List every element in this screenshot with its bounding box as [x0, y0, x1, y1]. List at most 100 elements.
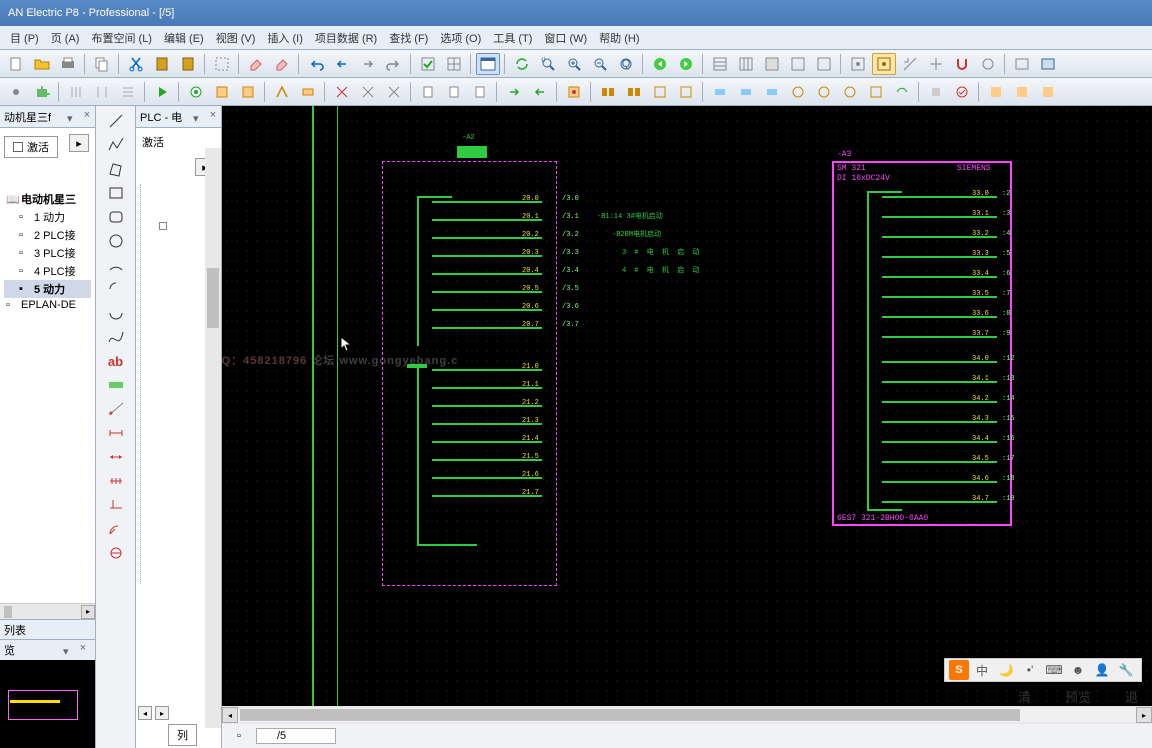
tb2-x3-icon[interactable]: [382, 81, 406, 103]
tree-item-5[interactable]: ▪5 动力: [4, 280, 91, 298]
close-icon[interactable]: ×: [79, 109, 95, 125]
plc-tree-area[interactable]: [140, 184, 200, 584]
tb-copy-icon[interactable]: [90, 53, 114, 75]
tb2-d1-icon[interactable]: [708, 81, 732, 103]
tree-item-4[interactable]: ▫4 PLC接: [4, 262, 91, 280]
tb-snap4-icon[interactable]: [924, 53, 948, 75]
menu-insert[interactable]: 插入 (I): [261, 28, 308, 48]
menu-edit[interactable]: 编辑 (E): [158, 28, 210, 48]
footer-preview-button[interactable]: 预览: [1055, 683, 1101, 710]
tb-check-icon[interactable]: [416, 53, 440, 75]
tb2-g2-icon[interactable]: [210, 81, 234, 103]
menu-tools[interactable]: 工具 (T): [487, 28, 538, 48]
tb-open-icon[interactable]: [30, 53, 54, 75]
footer-exit-button[interactable]: 退: [1115, 683, 1148, 710]
tree-item-2[interactable]: ▫2 PLC接: [4, 226, 91, 244]
tb-undo2-icon[interactable]: [330, 53, 354, 75]
dim4-icon[interactable]: [102, 470, 130, 492]
pin-icon[interactable]: ▾: [67, 112, 77, 122]
circle-icon[interactable]: [102, 230, 130, 252]
dim1-icon[interactable]: [102, 398, 130, 420]
tb-end1-icon[interactable]: [1010, 53, 1034, 75]
tb2-a1-icon[interactable]: [64, 81, 88, 103]
tree-header[interactable]: 📖 电动机星三: [4, 190, 91, 208]
dim5-icon[interactable]: [102, 494, 130, 516]
tb2-d7-icon[interactable]: [864, 81, 888, 103]
plc-tab[interactable]: PLC - 电: [136, 107, 191, 127]
menu-layout[interactable]: 布置空间 (L): [85, 28, 158, 48]
tb-snap5-icon[interactable]: [976, 53, 1000, 75]
menu-project[interactable]: 目 (P): [4, 28, 45, 48]
tb2-f1-icon[interactable]: [984, 81, 1008, 103]
tb-zoomout-icon[interactable]: [588, 53, 612, 75]
pin-icon[interactable]: ▾: [193, 112, 203, 122]
dim2-icon[interactable]: [102, 422, 130, 444]
tb-end2-icon[interactable]: [1036, 53, 1060, 75]
tb2-p3-icon[interactable]: [468, 81, 492, 103]
tb2-ar2-icon[interactable]: [528, 81, 552, 103]
dim6-icon[interactable]: [102, 518, 130, 540]
tb-fwd-icon[interactable]: [674, 53, 698, 75]
tb2-e1-icon[interactable]: [924, 81, 948, 103]
scroll-left-icon[interactable]: ◂: [222, 707, 238, 723]
tb-erase-icon[interactable]: [244, 53, 268, 75]
tb2-c4-icon[interactable]: [674, 81, 698, 103]
menu-find[interactable]: 查找 (F): [383, 28, 434, 48]
tb2-f3-icon[interactable]: [1036, 81, 1060, 103]
dim7-icon[interactable]: [102, 542, 130, 564]
ime-face-icon[interactable]: ☻: [1067, 660, 1089, 680]
tb-zoomarea-icon[interactable]: [536, 53, 560, 75]
tb-cut-icon[interactable]: [124, 53, 148, 75]
ime-tool-icon[interactable]: 🔧: [1115, 660, 1137, 680]
activate-checkbox[interactable]: 激活: [4, 136, 58, 158]
tb-erase2-icon[interactable]: [270, 53, 294, 75]
tb2-x1-icon[interactable]: [330, 81, 354, 103]
tb-redo2-icon[interactable]: [382, 53, 406, 75]
tb-paste-icon[interactable]: [150, 53, 174, 75]
tb2-puzzle-icon[interactable]: [30, 81, 54, 103]
polygon-icon[interactable]: [102, 158, 130, 180]
tb2-d3-icon[interactable]: [760, 81, 784, 103]
tb2-ar1-icon[interactable]: [502, 81, 526, 103]
tb-zoomin-icon[interactable]: [562, 53, 586, 75]
tb-redo-icon[interactable]: [356, 53, 380, 75]
tb-magnet-icon[interactable]: [950, 53, 974, 75]
close-icon[interactable]: ×: [75, 642, 91, 658]
tb2-d2-icon[interactable]: [734, 81, 758, 103]
line-icon[interactable]: [102, 110, 130, 132]
tb-tbl4-icon[interactable]: [786, 53, 810, 75]
arc1-icon[interactable]: [102, 254, 130, 276]
tb2-e2-icon[interactable]: [950, 81, 974, 103]
tb-grid-icon[interactable]: [442, 53, 466, 75]
tb-snap1-icon[interactable]: [846, 53, 870, 75]
menu-view[interactable]: 视图 (V): [210, 28, 262, 48]
close-icon[interactable]: ×: [205, 109, 221, 125]
tb2-g4-icon[interactable]: [270, 81, 294, 103]
tb-snap3-icon[interactable]: [898, 53, 922, 75]
tb2-g5-icon[interactable]: [296, 81, 320, 103]
image-icon[interactable]: [102, 374, 130, 396]
tb-new-icon[interactable]: [4, 53, 28, 75]
tb-print-icon[interactable]: [56, 53, 80, 75]
footer-clear-button[interactable]: 清: [1008, 683, 1041, 710]
arc3-icon[interactable]: [102, 302, 130, 324]
spline-icon[interactable]: [102, 326, 130, 348]
text-icon[interactable]: ab: [102, 350, 130, 372]
menu-help[interactable]: 帮助 (H): [593, 28, 645, 48]
plc-vscroll[interactable]: [205, 148, 221, 728]
menu-page[interactable]: 页 (A): [45, 28, 86, 48]
tree-item-6[interactable]: ▫EPLAN-DE: [4, 298, 91, 312]
tb2-c2-icon[interactable]: [622, 81, 646, 103]
tb2-d5-icon[interactable]: [812, 81, 836, 103]
tb2-d4-icon[interactable]: [786, 81, 810, 103]
tb2-dot-icon[interactable]: [4, 81, 28, 103]
sogou-logo-icon[interactable]: S: [949, 660, 969, 680]
tb2-p2-icon[interactable]: [442, 81, 466, 103]
tb-tbl1-icon[interactable]: [708, 53, 732, 75]
tb2-c3-icon[interactable]: [648, 81, 672, 103]
tb-snap2-icon[interactable]: [872, 53, 896, 75]
tb-tbl5-icon[interactable]: [812, 53, 836, 75]
tb2-d6-icon[interactable]: [838, 81, 862, 103]
tb-refresh-icon[interactable]: [510, 53, 534, 75]
nav-tab[interactable]: 动机星三f: [0, 107, 65, 127]
